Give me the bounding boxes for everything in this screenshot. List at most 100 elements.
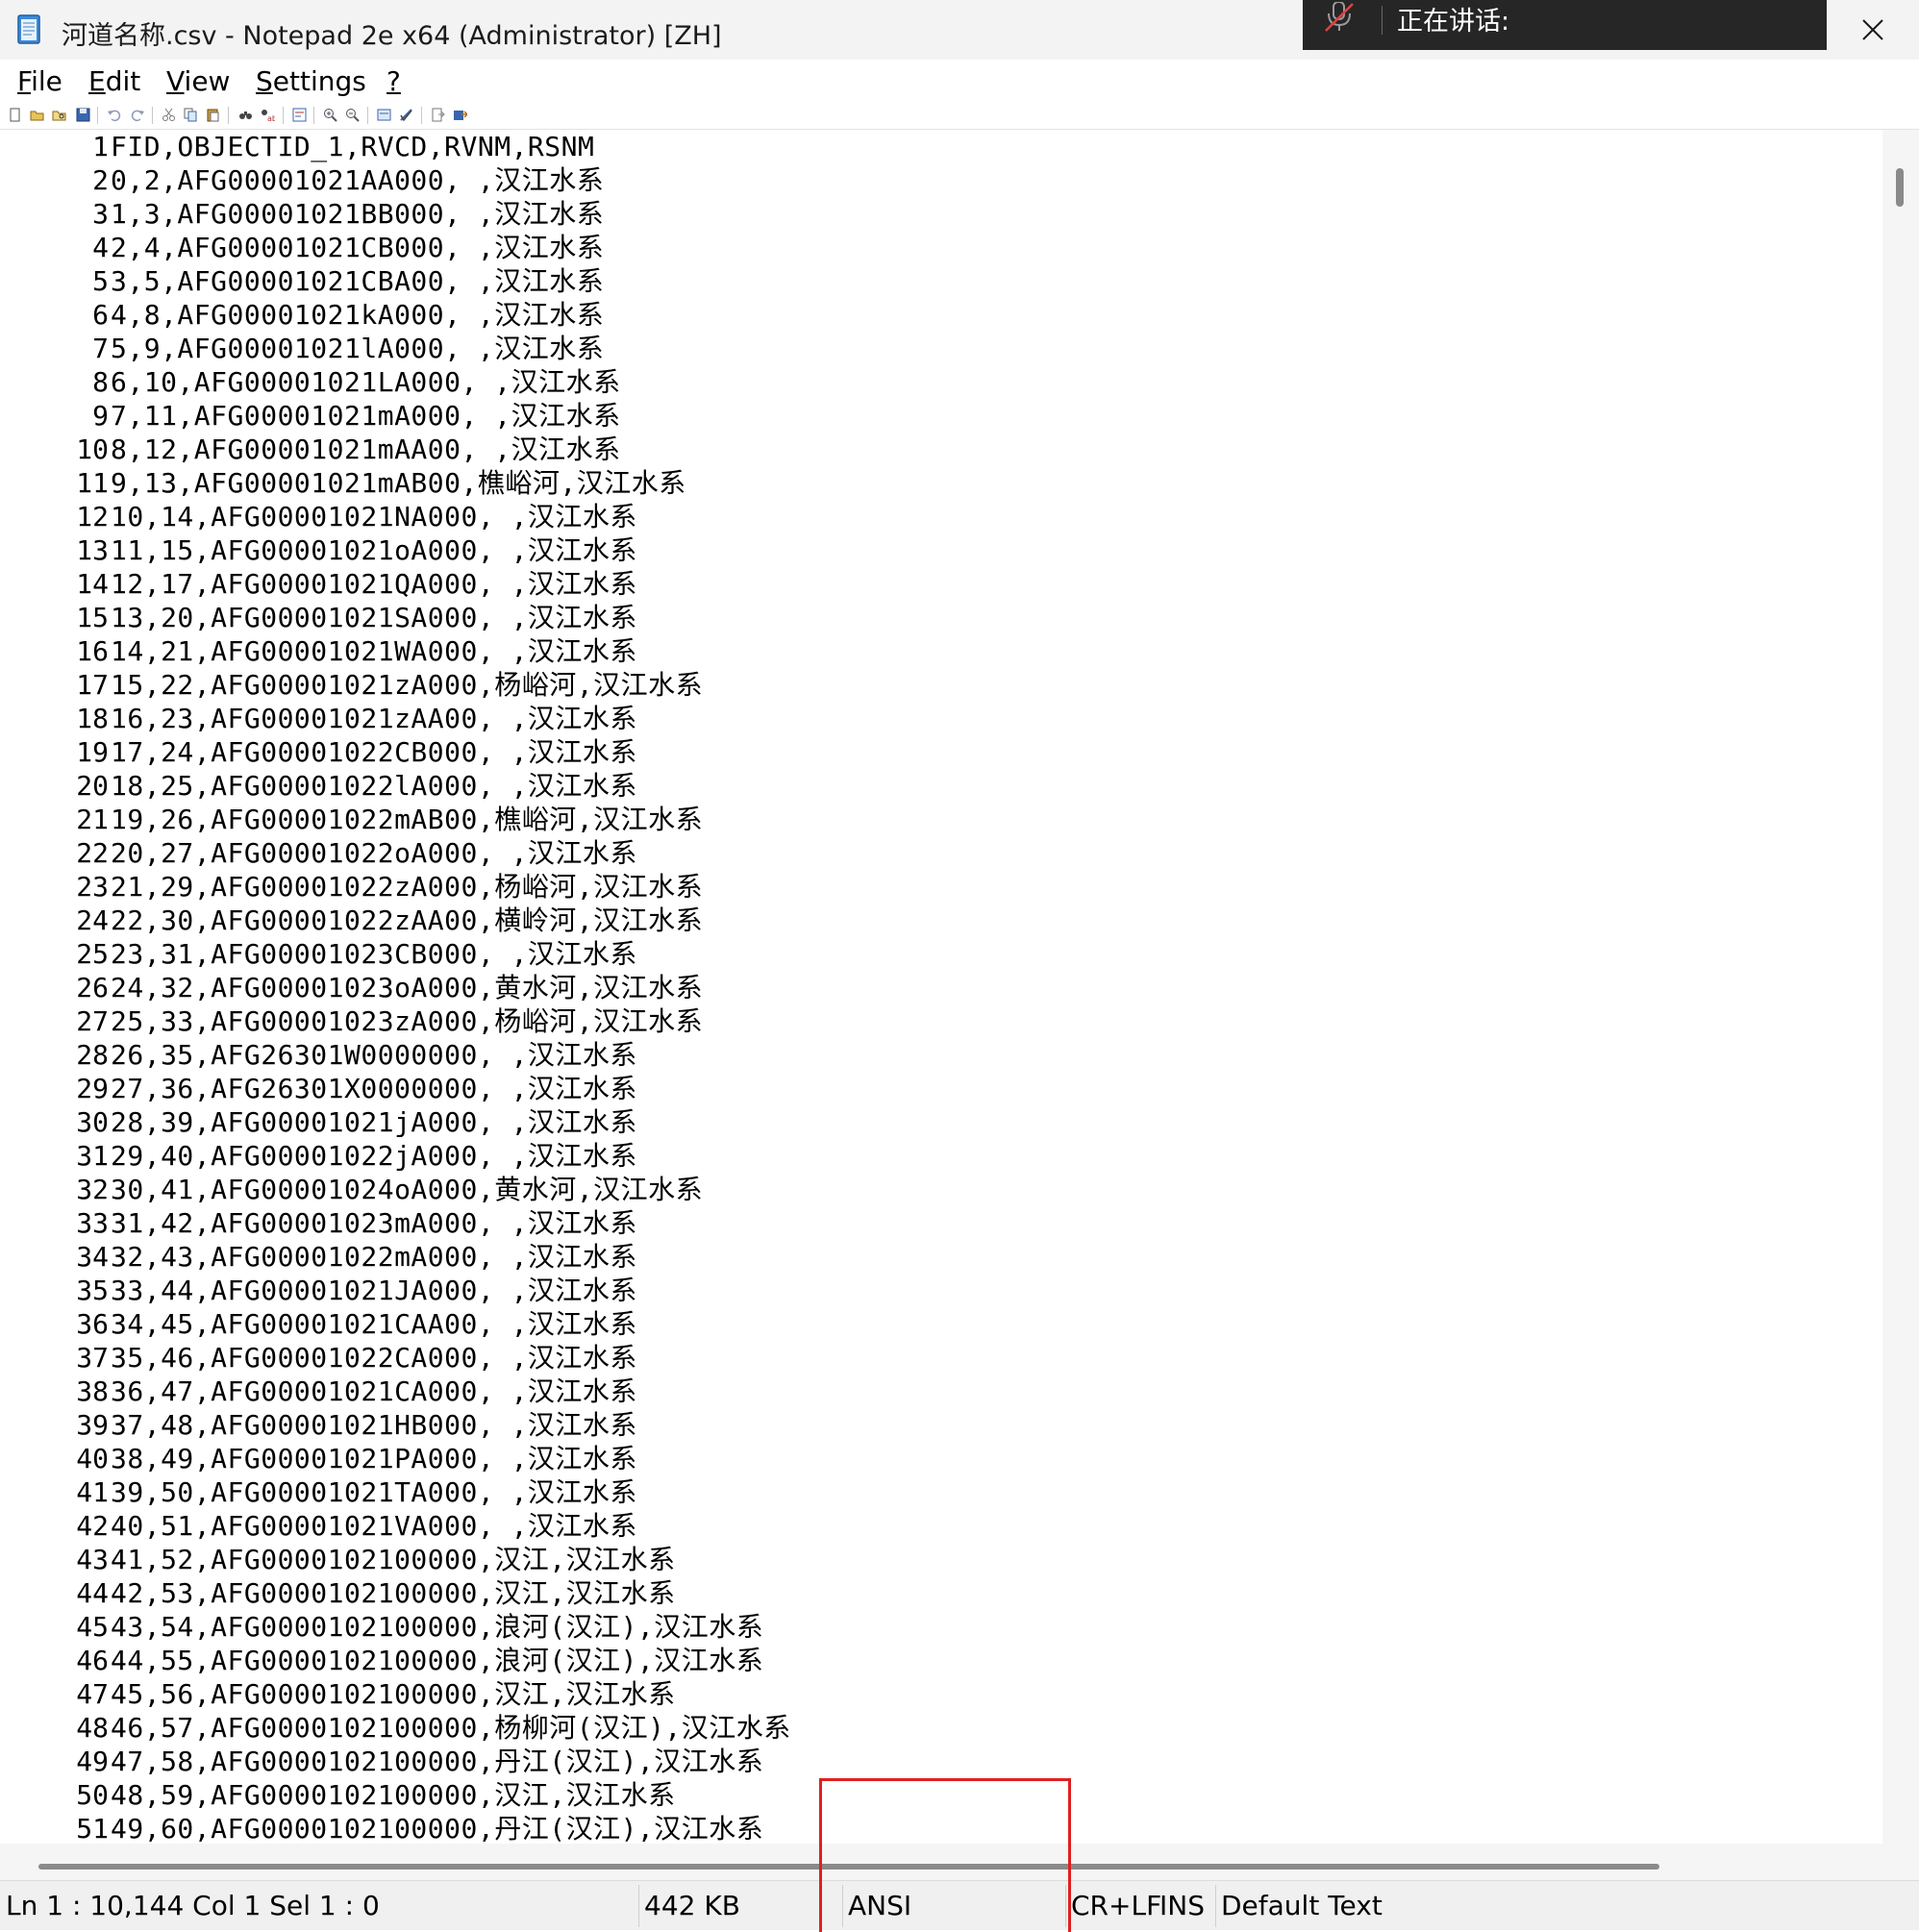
editor-line[interactable]: 5 3,5,AFG00001021CBA00, ,汉江水系 — [0, 264, 1882, 298]
editor-line[interactable]: 19 17,24,AFG00001022CB000, ,汉江水系 — [0, 735, 1882, 769]
editor-line[interactable]: 51 49,60,AFG0000102100000,丹江(汉江),汉江水系 — [0, 1812, 1882, 1844]
wrap-icon[interactable] — [292, 108, 307, 122]
line-text: 22,30,AFG00001022zAA00,横岭河,汉江水系 — [111, 904, 704, 936]
scheme-icon[interactable] — [377, 108, 391, 122]
editor-line[interactable]: 25 23,31,AFG00001023CB000, ,汉江水系 — [0, 937, 1882, 971]
editor-line[interactable]: 45 43,54,AFG0000102100000,浪河(汉江),汉江水系 — [0, 1610, 1882, 1644]
editor-line[interactable]: 44 42,53,AFG0000102100000,汉江,汉江水系 — [0, 1576, 1882, 1610]
editor-line[interactable]: 16 14,21,AFG00001021WA000, ,汉江水系 — [0, 634, 1882, 668]
new-icon[interactable] — [8, 108, 22, 122]
editor-line[interactable]: 6 4,8,AFG00001021kA000, ,汉江水系 — [0, 298, 1882, 332]
save-exit-icon[interactable] — [453, 108, 467, 122]
editor-line[interactable]: 48 46,57,AFG0000102100000,杨柳河(汉江),汉江水系 — [0, 1711, 1882, 1745]
horizontal-scrollbar-thumb[interactable] — [38, 1864, 1659, 1870]
editor-line[interactable]: 42 40,51,AFG00001021VA000, ,汉江水系 — [0, 1509, 1882, 1543]
exit-icon[interactable] — [431, 108, 445, 122]
text-editor[interactable]: 1 FID,OBJECTID_1,RVCD,RVNM,RSNM 2 0,2,AFG00… — [0, 130, 1882, 1844]
save-icon[interactable] — [76, 108, 90, 122]
editor-line[interactable]: 23 21,29,AFG00001022zA000,杨峪河,汉江水系 — [0, 870, 1882, 904]
line-text: 44,55,AFG0000102100000,浪河(汉江),汉江水系 — [111, 1645, 764, 1676]
editor-line[interactable]: 33 31,42,AFG00001023mA000, ,汉江水系 — [0, 1206, 1882, 1240]
editor-line[interactable]: 28 26,35,AFG26301W0000000, ,汉江水系 — [0, 1038, 1882, 1072]
editor-line[interactable]: 39 37,48,AFG00001021HB000, ,汉江水系 — [0, 1408, 1882, 1442]
editor-line[interactable]: 30 28,39,AFG00001021jA000, ,汉江水系 — [0, 1105, 1882, 1139]
menu-settings-mnemonic: S — [256, 65, 273, 97]
line-number: 24 — [76, 904, 109, 936]
menu-settings[interactable]: Settings — [256, 65, 366, 97]
editor-line[interactable]: 29 27,36,AFG26301X0000000, ,汉江水系 — [0, 1072, 1882, 1105]
editor-line[interactable]: 22 20,27,AFG00001022oA000, ,汉江水系 — [0, 836, 1882, 870]
status-bar: Ln 1 : 10,144 Col 1 Sel 1 : 0 442 KB ANS… — [0, 1880, 1919, 1930]
menu-edit[interactable]: Edit — [88, 65, 140, 97]
line-number: 10 — [76, 433, 109, 465]
editor-line[interactable]: 46 44,55,AFG0000102100000,浪河(汉江),汉江水系 — [0, 1644, 1882, 1677]
editor-line[interactable]: 13 11,15,AFG00001021oA000, ,汉江水系 — [0, 533, 1882, 567]
editor-line[interactable]: 3 1,3,AFG00001021BB000, ,汉江水系 — [0, 197, 1882, 231]
status-position[interactable]: Ln 1 : 10,144 Col 1 Sel 1 : 0 — [0, 1881, 380, 1930]
customize-icon[interactable] — [399, 108, 413, 122]
editor-line[interactable]: 7 5,9,AFG00001021lA000, ,汉江水系 — [0, 332, 1882, 365]
editor-line[interactable]: 2 0,2,AFG00001021AA000, ,汉江水系 — [0, 163, 1882, 197]
copy-icon[interactable] — [184, 108, 198, 122]
editor-line[interactable]: 24 22,30,AFG00001022zAA00,横岭河,汉江水系 — [0, 904, 1882, 937]
zoom-out-icon[interactable] — [345, 108, 360, 122]
open-icon[interactable] — [30, 108, 44, 122]
editor-line[interactable]: 27 25,33,AFG00001023zA000,杨峪河,汉江水系 — [0, 1004, 1882, 1038]
editor-line[interactable]: 40 38,49,AFG00001021PA000, ,汉江水系 — [0, 1442, 1882, 1475]
undo-icon[interactable] — [107, 108, 121, 122]
vertical-scrollbar-thumb[interactable] — [1896, 168, 1904, 207]
editor-line[interactable]: 36 34,45,AFG00001021CAA00, ,汉江水系 — [0, 1307, 1882, 1341]
paste-icon[interactable] — [206, 108, 220, 122]
editor-line[interactable]: 21 19,26,AFG00001022mAB00,樵峪河,汉江水系 — [0, 803, 1882, 836]
close-button[interactable] — [1827, 0, 1919, 60]
editor-line[interactable]: 35 33,44,AFG00001021JA000, ,汉江水系 — [0, 1274, 1882, 1307]
editor-line[interactable]: 9 7,11,AFG00001021mA000, ,汉江水系 — [0, 399, 1882, 433]
status-scheme[interactable]: Default Text — [1215, 1881, 1383, 1930]
browse-icon[interactable] — [52, 108, 66, 122]
editor-line[interactable]: 17 15,22,AFG00001021zA000,杨峪河,汉江水系 — [0, 668, 1882, 702]
editor-line[interactable]: 11 9,13,AFG00001021mAB00,樵峪河,汉江水系 — [0, 466, 1882, 500]
editor-line[interactable]: 50 48,59,AFG0000102100000,汉江,汉江水系 — [0, 1778, 1882, 1812]
line-text: 11,15,AFG00001021oA000, ,汉江水系 — [111, 534, 637, 566]
editor-line[interactable]: 41 39,50,AFG00001021TA000, ,汉江水系 — [0, 1475, 1882, 1509]
status-ins-mode[interactable]: INS — [1154, 1881, 1205, 1930]
editor-line[interactable]: 38 36,47,AFG00001021CA000, ,汉江水系 — [0, 1375, 1882, 1408]
editor-line[interactable]: 47 45,56,AFG0000102100000,汉江,汉江水系 — [0, 1677, 1882, 1711]
line-number: 32 — [76, 1174, 109, 1205]
redo-icon[interactable] — [131, 108, 145, 122]
editor-line[interactable]: 34 32,43,AFG00001022mA000, ,汉江水系 — [0, 1240, 1882, 1274]
replace-icon[interactable]: ab — [261, 108, 275, 122]
editor-line[interactable]: 32 30,41,AFG00001024oA000,黄水河,汉江水系 — [0, 1173, 1882, 1206]
status-eol[interactable]: CR+LF — [1065, 1881, 1161, 1930]
line-number: 28 — [76, 1039, 109, 1071]
status-encoding[interactable]: ANSI — [842, 1881, 911, 1930]
editor-line[interactable]: 31 29,40,AFG00001022jA000, ,汉江水系 — [0, 1139, 1882, 1173]
editor-line[interactable]: 12 10,14,AFG00001021NA000, ,汉江水系 — [0, 500, 1882, 533]
mic-muted-icon[interactable] — [1320, 2, 1358, 33]
editor-line[interactable]: 18 16,23,AFG00001021zAA00, ,汉江水系 — [0, 702, 1882, 735]
menu-view[interactable]: View — [166, 65, 230, 97]
window-title: 河道名称.csv - Notepad 2e x64 (Administrator… — [62, 21, 722, 51]
editor-line[interactable]: 4 2,4,AFG00001021CB000, ,汉江水系 — [0, 231, 1882, 264]
editor-line[interactable]: 26 24,32,AFG00001023oA000,黄水河,汉江水系 — [0, 971, 1882, 1004]
editor-line[interactable]: 49 47,58,AFG0000102100000,丹江(汉江),汉江水系 — [0, 1745, 1882, 1778]
vertical-scrollbar[interactable] — [1882, 130, 1919, 1844]
cut-icon[interactable] — [162, 108, 176, 122]
horizontal-scrollbar[interactable] — [0, 1844, 1882, 1880]
line-number: 34 — [76, 1241, 109, 1273]
zoom-in-icon[interactable] — [323, 108, 337, 122]
editor-line[interactable]: 43 41,52,AFG0000102100000,汉江,汉江水系 — [0, 1543, 1882, 1576]
line-text: 18,25,AFG00001022lA000, ,汉江水系 — [111, 770, 637, 802]
menu-help[interactable]: ? — [386, 65, 401, 97]
menu-file[interactable]: File — [17, 65, 62, 97]
editor-line[interactable]: 37 35,46,AFG00001022CA000, ,汉江水系 — [0, 1341, 1882, 1375]
menu-edit-label: dit — [105, 65, 141, 97]
editor-line[interactable]: 20 18,25,AFG00001022lA000, ,汉江水系 — [0, 769, 1882, 803]
editor-line[interactable]: 14 12,17,AFG00001021QA000, ,汉江水系 — [0, 567, 1882, 601]
editor-line[interactable]: 15 13,20,AFG00001021SA000, ,汉江水系 — [0, 601, 1882, 634]
find-icon[interactable] — [238, 108, 253, 122]
line-text: 28,39,AFG00001021jA000, ,汉江水系 — [111, 1106, 637, 1138]
editor-line[interactable]: 1 FID,OBJECTID_1,RVCD,RVNM,RSNM — [0, 130, 1882, 163]
editor-line[interactable]: 10 8,12,AFG00001021mAA00, ,汉江水系 — [0, 433, 1882, 466]
editor-line[interactable]: 8 6,10,AFG00001021LA000, ,汉江水系 — [0, 365, 1882, 399]
